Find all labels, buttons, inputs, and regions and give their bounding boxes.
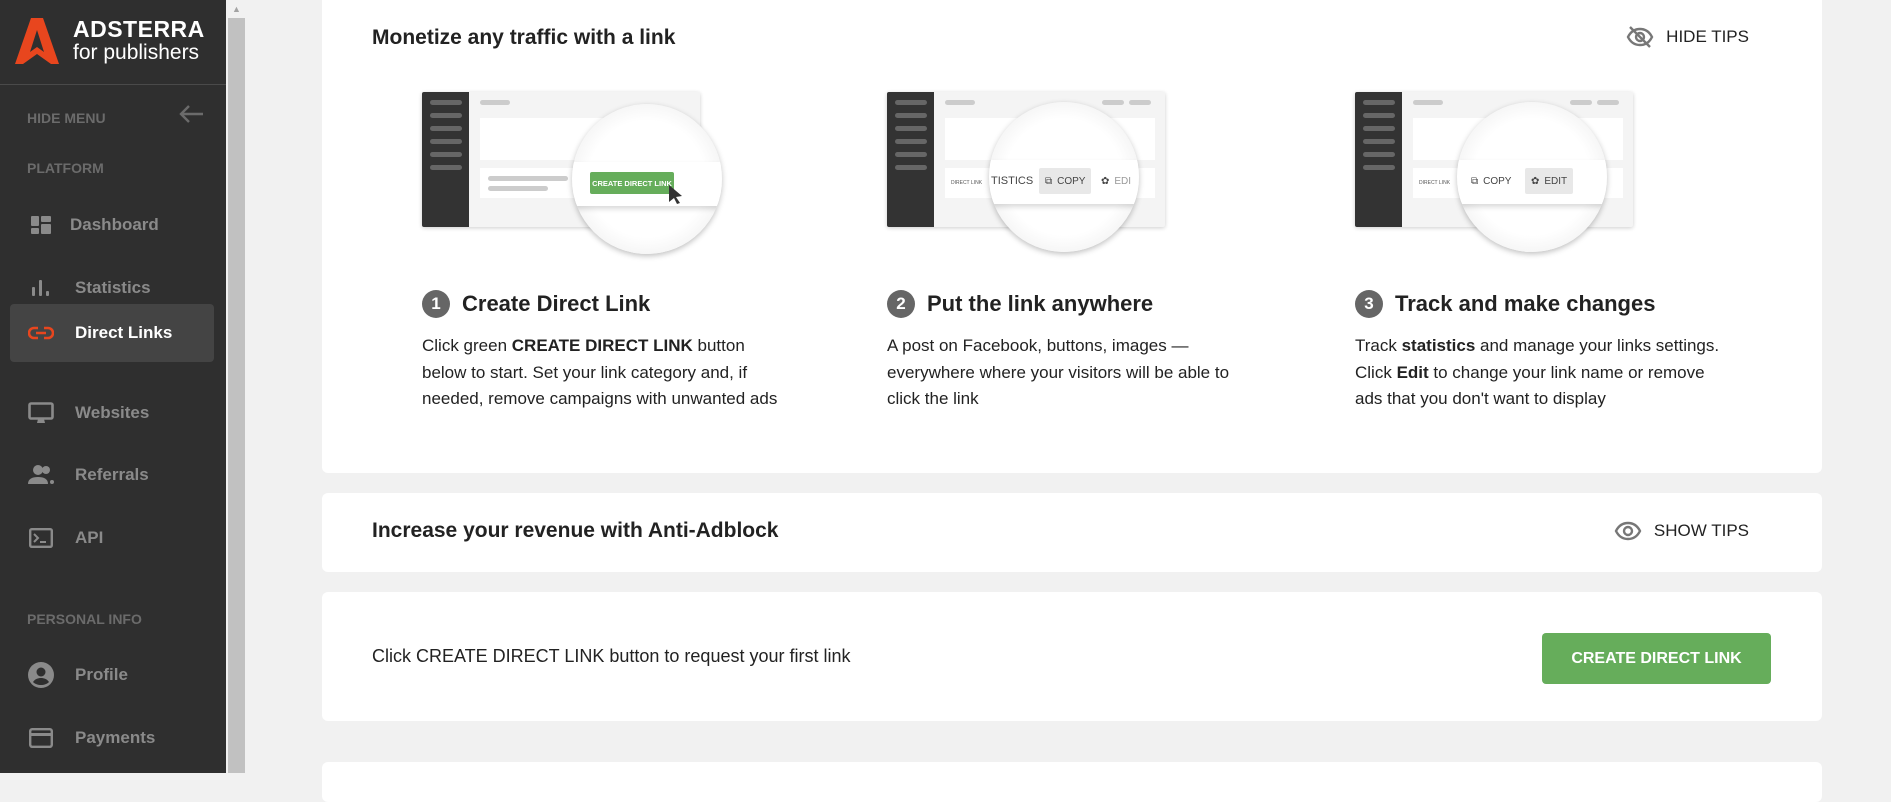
step-heading: 3 Track and make changes bbox=[1355, 290, 1655, 318]
illustration-edit: ✿ EDI bbox=[1101, 175, 1132, 187]
illustration-copy: ⧉ COPY bbox=[1471, 175, 1512, 187]
people-icon bbox=[28, 462, 54, 488]
sidebar-item-label: Profile bbox=[75, 665, 128, 684]
sidebar-item-payments[interactable]: Payments bbox=[10, 709, 214, 767]
tips-card: Monetize any traffic with a link HIDE TI… bbox=[322, 0, 1822, 473]
terminal-icon bbox=[28, 525, 54, 551]
dashboard-icon bbox=[28, 212, 54, 238]
credit-card-icon bbox=[28, 725, 54, 751]
scrollbar[interactable]: ▲ bbox=[228, 0, 245, 773]
sidebar-item-label: API bbox=[75, 528, 104, 547]
sidebar-item-direct-links[interactable]: Direct Links bbox=[10, 304, 214, 362]
illustration-label: DIRECT LINK bbox=[951, 180, 983, 186]
step-title: Put the link anywhere bbox=[927, 291, 1154, 316]
card-title: Increase your revenue with Anti-Adblock bbox=[372, 519, 779, 542]
step-heading: 1 Create Direct Link bbox=[422, 290, 650, 318]
step-heading: 2 Put the link anywhere bbox=[887, 290, 1153, 318]
adsterra-logo-icon bbox=[15, 18, 59, 64]
sidebar-item-label: Payments bbox=[75, 728, 156, 747]
sidebar-item-label: Referrals bbox=[75, 465, 149, 484]
step-title: Create Direct Link bbox=[462, 291, 651, 316]
illustration-copy: ⧉ COPY bbox=[1039, 168, 1092, 194]
show-tips-label: SHOW TIPS bbox=[1653, 521, 1749, 540]
section-platform: PLATFORM bbox=[27, 160, 104, 176]
create-link-hint: Click CREATE DIRECT LINK button to reque… bbox=[372, 646, 851, 666]
create-link-card: Click CREATE DIRECT LINK button to reque… bbox=[322, 592, 1822, 721]
eye-off-icon bbox=[1626, 26, 1654, 48]
illustration-put-link: DIRECT LINK TISTICS ⧉ COPY ✿ EDI bbox=[887, 92, 1177, 252]
brand-name: ADSTERRA bbox=[73, 16, 205, 42]
copy-icon: ⧉ bbox=[1471, 175, 1479, 187]
text: Click green bbox=[422, 336, 512, 355]
create-direct-link-button[interactable]: CREATE DIRECT LINK bbox=[1542, 633, 1771, 684]
step-description: Track statistics and manage your links s… bbox=[1355, 336, 1720, 408]
copy-icon: ⧉ bbox=[1045, 175, 1053, 187]
step-description: Click green CREATE DIRECT LINK button be… bbox=[422, 333, 792, 413]
hide-tips-button[interactable]: HIDE TIPS bbox=[1626, 26, 1749, 48]
illustration-create-link: CREATE DIRECT LINK bbox=[422, 92, 722, 254]
sidebar-item-dashboard[interactable]: Dashboard bbox=[10, 196, 214, 254]
monitor-icon bbox=[28, 400, 54, 426]
step-description: A post on Facebook, buttons, images — ev… bbox=[887, 336, 1230, 408]
illustration-edit: ✿ EDIT bbox=[1525, 168, 1574, 194]
sidebar-item-profile[interactable]: Profile bbox=[10, 646, 214, 704]
sidebar-item-referrals[interactable]: Referrals bbox=[10, 446, 214, 504]
show-tips-button[interactable]: SHOW TIPS bbox=[1614, 521, 1749, 541]
eye-icon bbox=[1614, 521, 1642, 541]
step-number: 1 bbox=[422, 290, 450, 318]
gear-icon: ✿ bbox=[1101, 175, 1110, 187]
bar-chart-icon bbox=[28, 275, 54, 301]
bold-text: CREATE DIRECT LINK bbox=[511, 336, 693, 355]
sidebar-item-label: Statistics bbox=[75, 278, 151, 297]
logo[interactable]: ADSTERRA for publishers bbox=[15, 16, 215, 66]
illustration-text: TISTICS bbox=[991, 175, 1034, 187]
illustration-label: DIRECT LINK bbox=[1419, 180, 1451, 186]
anti-adblock-card[interactable]: Increase your revenue with Anti-Adblock … bbox=[322, 493, 1822, 572]
hide-tips-label: HIDE TIPS bbox=[1666, 27, 1749, 46]
step-number: 3 bbox=[1355, 290, 1383, 318]
cursor-icon bbox=[669, 185, 682, 204]
step-number: 2 bbox=[887, 290, 915, 318]
brand-tagline: for publishers bbox=[73, 41, 200, 64]
sidebar: ADSTERRA for publishers HIDE MENU PLATFO… bbox=[0, 0, 226, 773]
illustration-track: DIRECT LINK ⧉ COPY ✿ EDIT bbox=[1355, 92, 1645, 252]
account-circle-icon bbox=[28, 662, 54, 688]
arrow-left-icon[interactable] bbox=[178, 104, 204, 124]
sidebar-item-websites[interactable]: Websites bbox=[10, 384, 214, 442]
sidebar-item-label: Websites bbox=[75, 403, 150, 422]
section-personal-info: PERSONAL INFO bbox=[27, 611, 142, 627]
sidebar-item-label: Direct Links bbox=[75, 323, 173, 342]
card-title: Monetize any traffic with a link bbox=[372, 26, 676, 49]
illustration-button: CREATE DIRECT LINK bbox=[590, 172, 674, 194]
divider bbox=[0, 84, 226, 85]
hide-menu-button[interactable]: HIDE MENU bbox=[27, 110, 106, 126]
scroll-up-arrow-icon[interactable]: ▲ bbox=[228, 0, 245, 18]
step-title: Track and make changes bbox=[1395, 291, 1656, 316]
next-card bbox=[322, 762, 1822, 802]
sidebar-item-api[interactable]: API bbox=[10, 509, 214, 567]
gear-icon: ✿ bbox=[1531, 175, 1540, 187]
sidebar-item-label: Dashboard bbox=[70, 215, 159, 234]
link-icon bbox=[28, 320, 54, 346]
